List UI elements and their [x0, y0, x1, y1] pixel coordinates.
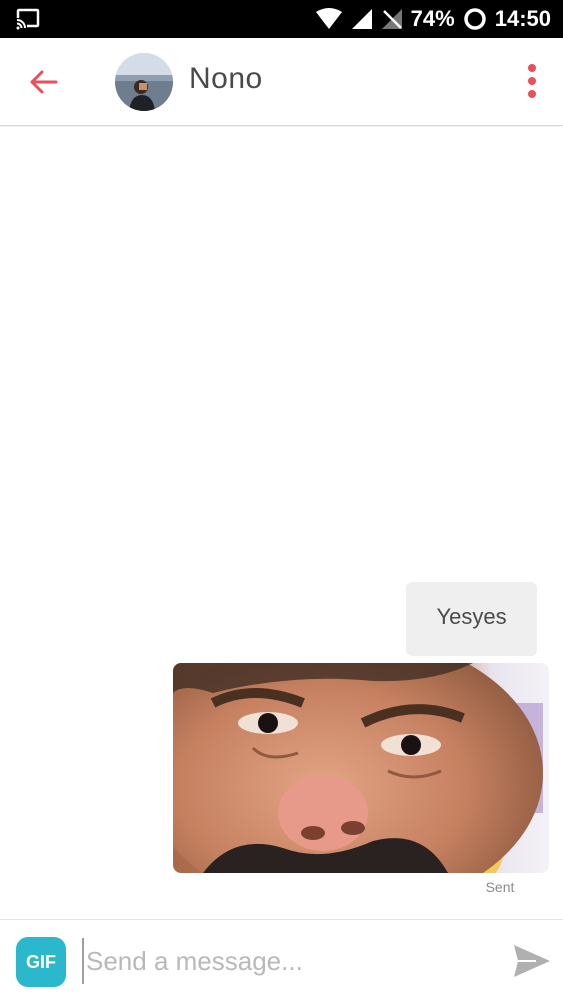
- signal-icon: [351, 9, 372, 29]
- back-arrow-icon[interactable]: [26, 64, 62, 100]
- app-header: Nono: [0, 38, 563, 126]
- overflow-menu-icon[interactable]: [520, 62, 544, 102]
- cast-icon: [16, 8, 40, 30]
- no-sim-icon: [381, 9, 402, 29]
- status-time: 14:50: [494, 6, 551, 31]
- chat-thread[interactable]: Yesyes Sent: [0, 127, 563, 919]
- status-bar: 74% 14:50: [0, 0, 563, 38]
- battery-percentage: 74%: [410, 6, 455, 31]
- page-title[interactable]: Nono: [189, 62, 263, 96]
- message-status: Sent: [485, 879, 515, 895]
- message-bubble[interactable]: Yesyes: [406, 582, 537, 656]
- gif-message[interactable]: [173, 663, 549, 873]
- battery-icon: [463, 8, 486, 30]
- send-icon[interactable]: [512, 943, 552, 979]
- avatar[interactable]: [115, 53, 173, 111]
- message-composer: GIF: [0, 919, 563, 1000]
- gif-button[interactable]: GIF: [16, 937, 66, 987]
- message-input[interactable]: [82, 938, 482, 984]
- avatar-image: [115, 53, 173, 111]
- wifi-icon: [315, 8, 342, 29]
- message-text: Yesyes: [436, 604, 507, 629]
- gif-image: [173, 663, 549, 873]
